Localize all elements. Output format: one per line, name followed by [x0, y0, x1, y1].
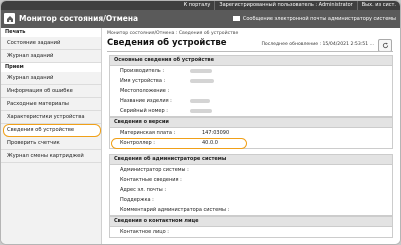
- contact-info-section: Сведения о контактном лице Контактное ли…: [109, 216, 393, 238]
- section-title: Основные сведения об устройстве: [110, 56, 392, 66]
- row-value-redacted: [190, 66, 212, 76]
- sidebar-item-cartridge-log[interactable]: Журнал смены картриджей: [1, 150, 101, 163]
- portal-link[interactable]: К порталу: [180, 1, 215, 10]
- section-title: Сведения о контактном лице: [110, 217, 392, 227]
- row-label: Комментарий администратора системы :: [120, 207, 230, 213]
- row-value-redacted: [190, 106, 212, 116]
- info-row: Серийный номер :: [110, 106, 392, 116]
- row-label: Имя устройства :: [120, 78, 166, 84]
- info-row: Контактные сведения :: [110, 175, 392, 185]
- main-content: Монитор состояния/Отмена : Сведения об у…: [103, 28, 400, 244]
- row-label: Материнская плата :: [120, 130, 176, 136]
- info-row: Комментарий администратора системы :: [110, 205, 392, 215]
- logout-link[interactable]: Вых. из сист.: [356, 1, 400, 10]
- info-row: Имя устройства :: [110, 76, 392, 86]
- info-row: Контактное лицо :: [110, 227, 392, 237]
- row-label: Серийный номер :: [120, 108, 168, 114]
- controller-highlight: [111, 138, 247, 149]
- user-label: Зарегистрированный пользователь :: [219, 2, 318, 8]
- info-row: Администратор системы :: [110, 165, 392, 175]
- row-value-redacted: [190, 76, 214, 86]
- breadcrumb[interactable]: Монитор состояния/Отмена : Сведения об у…: [107, 31, 238, 36]
- section-title: Сведения об администраторе системы: [110, 155, 392, 165]
- home-icon: [6, 15, 13, 22]
- info-row: Адрес эл. почты :: [110, 185, 392, 195]
- sidebar-item-print-job-log[interactable]: Журнал заданий: [1, 50, 101, 63]
- row-label: Адрес эл. почты :: [120, 187, 167, 193]
- section-title: Сведения о версии: [110, 118, 392, 128]
- admin-info-section: Сведения об администраторе системы Админ…: [109, 154, 393, 216]
- basic-info-section: Основные сведения об устройстве Производ…: [109, 55, 393, 117]
- info-row: Название изделия :: [110, 96, 392, 106]
- mail-admin-link[interactable]: Сообщение электронной почты администрато…: [232, 10, 396, 28]
- row-value: 147:03090: [202, 130, 230, 136]
- sidebar-group-receive: Прием: [1, 63, 101, 72]
- sidebar-item-receive-job-log[interactable]: Журнал заданий: [1, 72, 101, 85]
- sidebar-item-check-counter[interactable]: Проверить счетчик: [1, 137, 101, 150]
- info-row: Местоположение :: [110, 86, 392, 96]
- row-label: Контактные сведения :: [120, 177, 182, 183]
- row-label: Контактное лицо :: [120, 229, 169, 235]
- info-row: Производитель :: [110, 66, 392, 76]
- row-label: Производитель :: [120, 68, 165, 74]
- sidebar-item-device-info[interactable]: Сведения об устройстве: [3, 124, 101, 137]
- sidebar-group-print: Печать: [1, 28, 101, 37]
- row-label: Местоположение :: [120, 88, 170, 94]
- sidebar-item-device-features[interactable]: Характеристики устройства: [1, 111, 101, 124]
- app-title: Монитор состояния/Отмена: [19, 14, 139, 23]
- mail-admin-label: Сообщение электронной почты администрато…: [242, 16, 396, 22]
- sidebar: Печать Состояние заданий Журнал заданий …: [1, 28, 102, 244]
- app-header: Монитор состояния/Отмена Сообщение элект…: [1, 10, 400, 28]
- app-window: К порталу Зарегистрированный пользовател…: [0, 0, 401, 245]
- info-row: Материнская плата : 147:03090: [110, 128, 392, 138]
- mail-icon: [232, 16, 240, 21]
- last-update-text: Последнее обновление : 15/04/2021 2:53:5…: [261, 42, 374, 47]
- logged-in-user-label: Зарегистрированный пользователь : Admini…: [214, 1, 356, 10]
- row-label: Название изделия :: [120, 98, 172, 104]
- refresh-icon: [382, 42, 388, 49]
- home-button[interactable]: [4, 13, 15, 24]
- sidebar-item-error-info[interactable]: Информация об ошибке: [1, 85, 101, 98]
- sidebar-item-job-status[interactable]: Состояние заданий: [1, 37, 101, 50]
- top-link-bar: К порталу Зарегистрированный пользовател…: [1, 1, 400, 10]
- row-value-redacted: [190, 96, 210, 106]
- row-label: Поддержка :: [120, 197, 154, 203]
- user-name: Administrator: [318, 2, 353, 8]
- row-label: Администратор системы :: [120, 167, 189, 173]
- title-divider: [107, 51, 393, 52]
- page-title: Сведения об устройстве: [107, 38, 227, 48]
- info-row: Поддержка :: [110, 195, 392, 205]
- sidebar-item-consumables[interactable]: Расходные материалы: [1, 98, 101, 111]
